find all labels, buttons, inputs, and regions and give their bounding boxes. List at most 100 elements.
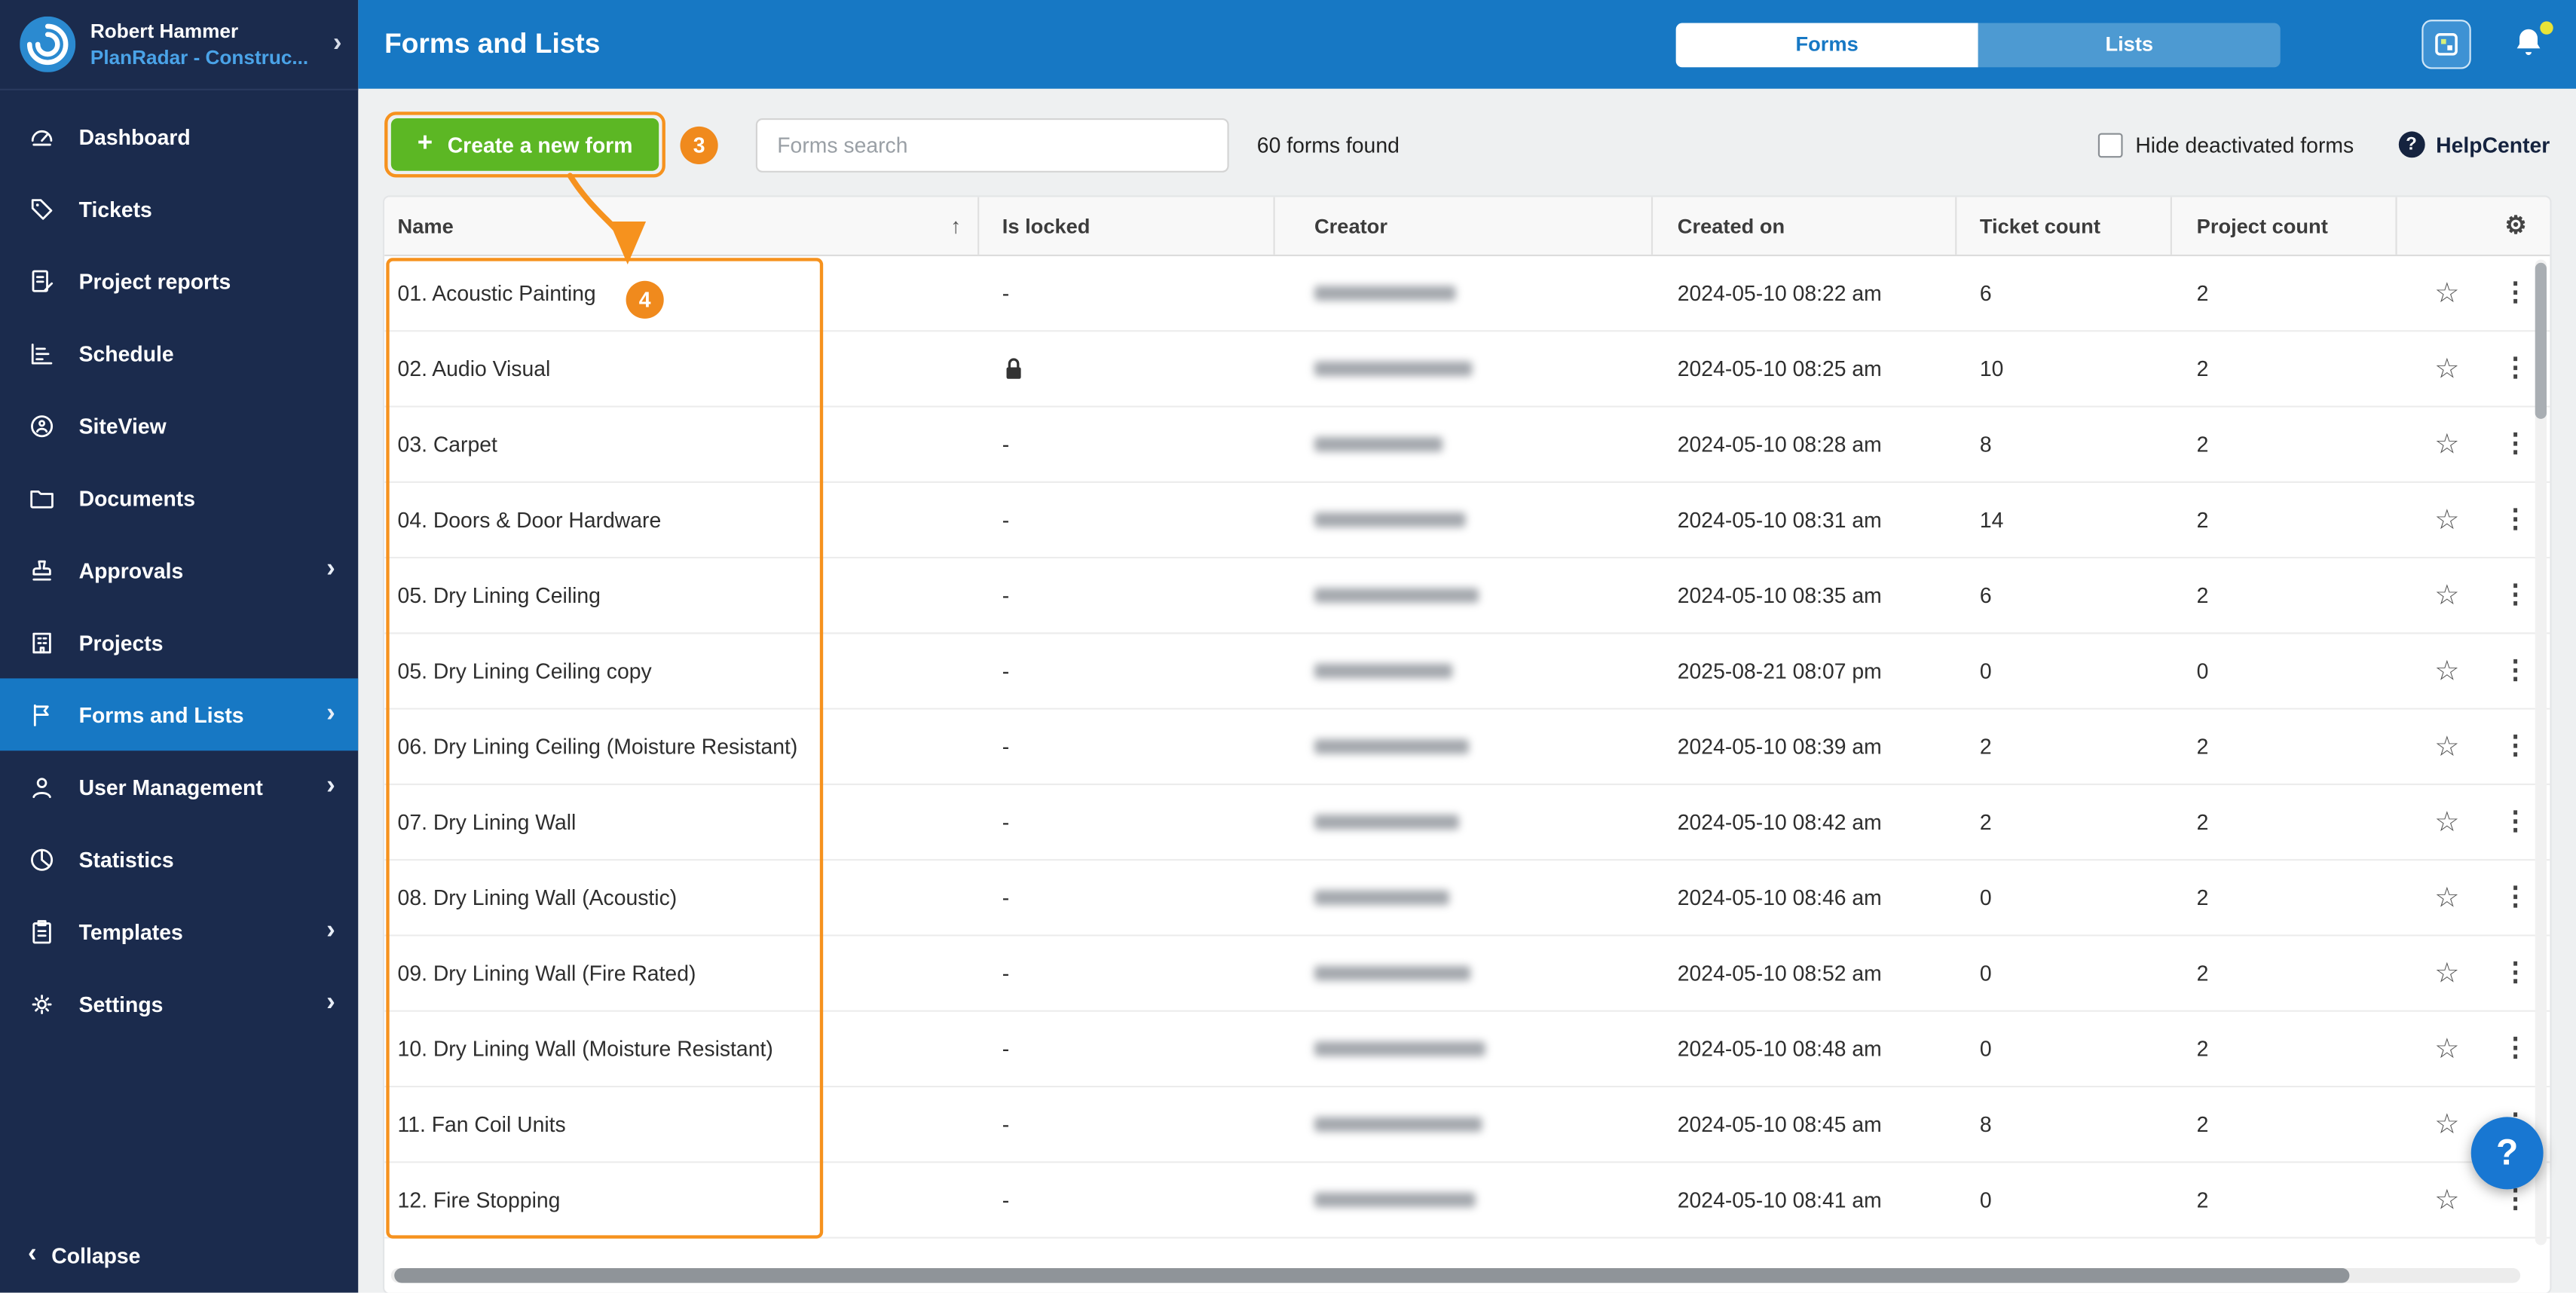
table-row[interactable]: 12. Fire Stopping - 2024-05-10 08:41 am … xyxy=(384,1163,2550,1238)
notifications-button[interactable] xyxy=(2510,25,2550,64)
locked-empty-value: - xyxy=(1002,1037,1009,1062)
sidebar-item-settings[interactable]: Settings › xyxy=(0,967,358,1040)
help-fab-button[interactable]: ? xyxy=(2471,1117,2544,1189)
column-header-ticket-count[interactable]: Ticket count xyxy=(1956,197,2172,255)
table-row[interactable]: 10. Dry Lining Wall (Moisture Resistant)… xyxy=(384,1012,2550,1087)
table-row[interactable]: 07. Dry Lining Wall - 2024-05-10 08:42 a… xyxy=(384,785,2550,860)
sidebar-item-forms-and-lists[interactable]: Forms and Lists › xyxy=(0,678,358,750)
table-row[interactable]: 06. Dry Lining Ceiling (Moisture Resista… xyxy=(384,710,2550,785)
favorite-star-icon[interactable]: ☆ xyxy=(2434,1111,2459,1139)
favorite-star-icon[interactable]: ☆ xyxy=(2434,582,2459,610)
sidebar-item-label: Projects xyxy=(79,630,164,655)
cell-name[interactable]: 01. Acoustic Painting xyxy=(384,281,979,306)
cell-ticket-count: 0 xyxy=(1956,961,2172,986)
column-header-name[interactable]: Name ↑ xyxy=(384,197,979,255)
table-row[interactable]: 02. Audio Visual 2024-05-10 08:25 am 10 … xyxy=(384,332,2550,407)
user-meta: Robert Hammer PlanRadar - Construc... xyxy=(90,20,318,69)
table-row[interactable]: 01. Acoustic Painting - 2024-05-10 08:22… xyxy=(384,256,2550,332)
column-header-created-on[interactable]: Created on xyxy=(1653,197,1956,255)
cell-name[interactable]: 08. Dry Lining Wall (Acoustic) xyxy=(384,885,979,910)
favorite-star-icon[interactable]: ☆ xyxy=(2434,732,2459,760)
table-row[interactable]: 08. Dry Lining Wall (Acoustic) - 2024-05… xyxy=(384,860,2550,936)
table-row[interactable]: 03. Carpet - 2024-05-10 08:28 am 8 2 ☆ ⋮ xyxy=(384,408,2550,483)
favorite-star-icon[interactable]: ☆ xyxy=(2434,355,2459,383)
cell-name[interactable]: 04. Doors & Door Hardware xyxy=(384,508,979,533)
favorite-star-icon[interactable]: ☆ xyxy=(2434,430,2459,458)
favorite-star-icon[interactable]: ☆ xyxy=(2434,959,2459,987)
locked-empty-value: - xyxy=(1002,659,1009,683)
sidebar-item-approvals[interactable]: Approvals › xyxy=(0,534,358,607)
row-menu-kebab-icon[interactable]: ⋮ xyxy=(2502,507,2529,533)
table-row[interactable]: 05. Dry Lining Ceiling - 2024-05-10 08:3… xyxy=(384,558,2550,634)
row-menu-kebab-icon[interactable]: ⋮ xyxy=(2502,582,2529,609)
column-settings-gear-icon[interactable]: ⚙ xyxy=(2505,213,2527,238)
apps-button[interactable] xyxy=(2422,20,2470,69)
projects-icon xyxy=(28,628,56,656)
row-menu-kebab-icon[interactable]: ⋮ xyxy=(2502,885,2529,911)
sidebar-item-label: SiteView xyxy=(79,413,167,438)
cell-project-count: 2 xyxy=(2172,1188,2397,1212)
cell-name[interactable]: 11. Fan Coil Units xyxy=(384,1112,979,1137)
table-row[interactable]: 09. Dry Lining Wall (Fire Rated) - 2024-… xyxy=(384,937,2550,1012)
vertical-scrollbar-thumb[interactable] xyxy=(2535,263,2547,419)
cell-name[interactable]: 07. Dry Lining Wall xyxy=(384,810,979,835)
favorite-star-icon[interactable]: ☆ xyxy=(2434,1186,2459,1214)
create-new-form-button[interactable]: + Create a new form xyxy=(391,118,659,171)
sidebar-item-documents[interactable]: Documents › xyxy=(0,462,358,534)
cell-name[interactable]: 09. Dry Lining Wall (Fire Rated) xyxy=(384,961,979,986)
column-header-project-count[interactable]: Project count xyxy=(2172,197,2397,255)
sidebar-item-user-management[interactable]: User Management › xyxy=(0,750,358,823)
horizontal-scrollbar-thumb[interactable] xyxy=(394,1268,2349,1283)
forms-search-input[interactable] xyxy=(756,118,1229,172)
table-row[interactable]: 11. Fan Coil Units - 2024-05-10 08:45 am… xyxy=(384,1087,2550,1163)
cell-actions: ☆ ⋮ xyxy=(2397,1035,2550,1062)
chevron-right-icon: › xyxy=(326,555,335,585)
locked-empty-value: - xyxy=(1002,734,1009,759)
row-menu-kebab-icon[interactable]: ⋮ xyxy=(2502,658,2529,684)
table-row[interactable]: 04. Doors & Door Hardware - 2024-05-10 0… xyxy=(384,483,2550,558)
sidebar-item-statistics[interactable]: Statistics › xyxy=(0,823,358,895)
cell-name[interactable]: 10. Dry Lining Wall (Moisture Resistant) xyxy=(384,1037,979,1062)
row-menu-kebab-icon[interactable]: ⋮ xyxy=(2502,431,2529,457)
row-menu-kebab-icon[interactable]: ⋮ xyxy=(2502,1035,2529,1062)
table-row[interactable]: 05. Dry Lining Ceiling copy - 2025-08-21… xyxy=(384,634,2550,709)
hide-deactivated-checkbox[interactable] xyxy=(2097,132,2122,157)
sidebar-item-project-reports[interactable]: Project reports › xyxy=(0,245,358,317)
cell-name[interactable]: 03. Carpet xyxy=(384,432,979,457)
sidebar-item-templates[interactable]: Templates › xyxy=(0,895,358,967)
sort-ascending-icon[interactable]: ↑ xyxy=(950,213,961,238)
row-menu-kebab-icon[interactable]: ⋮ xyxy=(2502,809,2529,836)
sidebar-item-siteview[interactable]: SiteView › xyxy=(0,390,358,462)
sidebar-item-dashboard[interactable]: Dashboard › xyxy=(0,100,358,173)
column-header-creator[interactable]: Creator xyxy=(1275,197,1653,255)
collapse-button[interactable]: ‹ Collapse xyxy=(0,1217,358,1292)
cell-name[interactable]: 05. Dry Lining Ceiling copy xyxy=(384,659,979,683)
cell-is-locked: - xyxy=(979,583,1274,608)
cell-name[interactable]: 06. Dry Lining Ceiling (Moisture Resista… xyxy=(384,734,979,759)
favorite-star-icon[interactable]: ☆ xyxy=(2434,1035,2459,1062)
favorite-star-icon[interactable]: ☆ xyxy=(2434,506,2459,533)
favorite-star-icon[interactable]: ☆ xyxy=(2434,809,2459,836)
tab-forms[interactable]: Forms xyxy=(1676,22,1978,66)
row-menu-kebab-icon[interactable]: ⋮ xyxy=(2502,356,2529,382)
tab-lists[interactable]: Lists xyxy=(1978,22,2281,66)
row-menu-kebab-icon[interactable]: ⋮ xyxy=(2502,1187,2529,1213)
cell-name[interactable]: 02. Audio Visual xyxy=(384,356,979,381)
account-switcher[interactable]: Robert Hammer PlanRadar - Construc... › xyxy=(0,0,358,90)
cell-is-locked: - xyxy=(979,659,1274,683)
row-menu-kebab-icon[interactable]: ⋮ xyxy=(2502,960,2529,986)
cell-name[interactable]: 12. Fire Stopping xyxy=(384,1188,979,1212)
notification-dot xyxy=(2540,21,2553,34)
column-header-is-locked[interactable]: Is locked xyxy=(979,197,1274,255)
row-menu-kebab-icon[interactable]: ⋮ xyxy=(2502,280,2529,307)
favorite-star-icon[interactable]: ☆ xyxy=(2434,280,2459,307)
sidebar-item-tickets[interactable]: Tickets › xyxy=(0,173,358,245)
cell-created-on: 2024-05-10 08:52 am xyxy=(1653,961,1956,986)
sidebar-item-schedule[interactable]: Schedule › xyxy=(0,317,358,390)
row-menu-kebab-icon[interactable]: ⋮ xyxy=(2502,733,2529,760)
sidebar-item-projects[interactable]: Projects › xyxy=(0,606,358,678)
favorite-star-icon[interactable]: ☆ xyxy=(2434,657,2459,685)
helpcenter-button[interactable]: ? HelpCenter xyxy=(2398,131,2550,157)
favorite-star-icon[interactable]: ☆ xyxy=(2434,884,2459,912)
cell-name[interactable]: 05. Dry Lining Ceiling xyxy=(384,583,979,608)
